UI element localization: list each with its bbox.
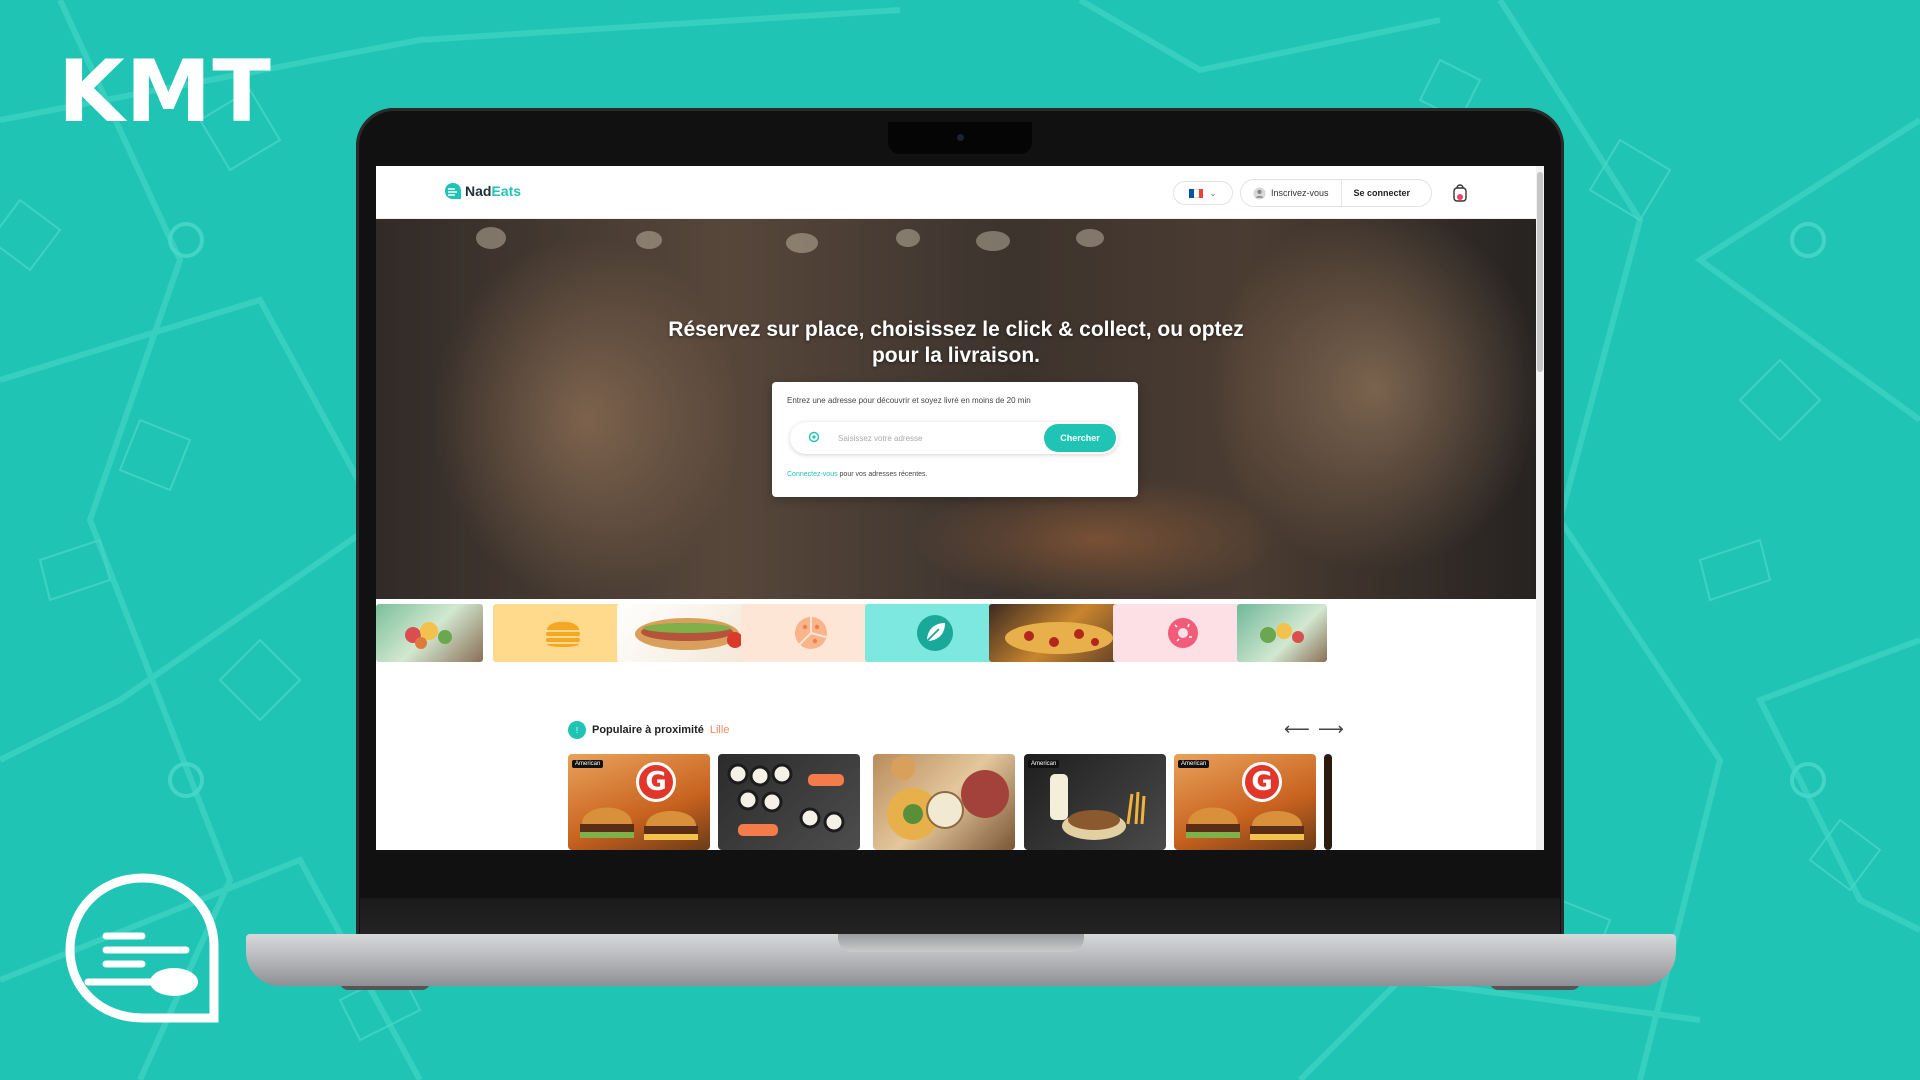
bag-icon[interactable] bbox=[1452, 180, 1468, 204]
donut-icon bbox=[1168, 618, 1198, 648]
login-button[interactable]: Se connecter bbox=[1342, 188, 1423, 198]
browser-screen: NadEats ⌄ Inscrivez-vous Se connecter Ré… bbox=[376, 166, 1544, 850]
auth-group: Inscrivez-vous Se connecter bbox=[1240, 179, 1432, 207]
cuisine-tag: American bbox=[1028, 760, 1060, 768]
location-pin-icon[interactable] bbox=[808, 431, 820, 443]
arrow-left-icon[interactable]: ⟵ bbox=[1284, 720, 1310, 738]
sandwich-icon bbox=[635, 618, 743, 650]
arrow-right-icon[interactable]: ⟶ bbox=[1318, 720, 1344, 738]
category-tile-dessert[interactable] bbox=[1113, 604, 1253, 662]
laptop-chin bbox=[360, 898, 1560, 936]
category-carousel bbox=[376, 604, 1536, 664]
restaurant-card[interactable]: American G bbox=[1174, 754, 1316, 850]
restaurant-card[interactable]: American G bbox=[568, 754, 710, 850]
site-header: NadEats ⌄ Inscrivez-vous Se connecter bbox=[376, 166, 1544, 219]
restaurant-card[interactable] bbox=[873, 754, 1015, 850]
camera-icon bbox=[957, 134, 964, 141]
signup-label: Inscrivez-vous bbox=[1271, 188, 1329, 198]
kmt-brand-title: KMT bbox=[58, 42, 272, 142]
cuisine-tag: American bbox=[1178, 760, 1210, 768]
poke-photo-icon bbox=[887, 756, 1009, 840]
vegetables-icon bbox=[404, 622, 452, 649]
chevron-down-icon: ⌄ bbox=[1209, 187, 1217, 198]
address-search-bar: Chercher bbox=[790, 422, 1118, 454]
popular-city[interactable]: Lille bbox=[710, 724, 730, 736]
login-link[interactable]: Connectez-vous bbox=[787, 471, 838, 478]
restaurant-logo: G bbox=[1242, 762, 1282, 802]
vegetables-icon bbox=[1260, 623, 1304, 643]
category-tile-vegan[interactable] bbox=[865, 604, 1005, 662]
popular-badge: ! bbox=[568, 721, 586, 739]
category-tile-vegetables[interactable] bbox=[376, 604, 483, 662]
pizza-icon bbox=[795, 617, 827, 649]
hero-banner: Réservez sur place, choisissez le click … bbox=[376, 219, 1536, 599]
page-scrollbar[interactable] bbox=[1536, 166, 1544, 850]
hero-title: Réservez sur place, choisissez le click … bbox=[668, 318, 1244, 367]
pizza-photo-icon bbox=[1005, 622, 1113, 654]
site-logo[interactable]: NadEats bbox=[444, 182, 521, 200]
laptop-base-groove bbox=[838, 934, 1084, 952]
restaurant-card[interactable] bbox=[718, 754, 860, 850]
site-logo-text: NadEats bbox=[465, 183, 522, 199]
address-input[interactable] bbox=[838, 429, 1038, 447]
search-button[interactable]: Chercher bbox=[1044, 424, 1116, 452]
user-icon bbox=[1253, 186, 1266, 200]
restaurant-logo: G bbox=[636, 762, 676, 802]
category-tile-pizza[interactable] bbox=[741, 604, 881, 662]
burger-photo-icon bbox=[1186, 807, 1304, 840]
language-select[interactable]: ⌄ bbox=[1173, 181, 1233, 205]
popular-restaurants: American G American American G bbox=[568, 754, 1528, 850]
burger-photo-icon bbox=[580, 807, 698, 840]
restaurant-card-partial[interactable] bbox=[1324, 754, 1332, 850]
category-tile-sandwich[interactable] bbox=[617, 604, 757, 662]
leaf-icon bbox=[917, 615, 953, 651]
category-tile-burger[interactable] bbox=[493, 604, 633, 662]
cuisine-tag: American bbox=[572, 760, 604, 768]
search-hint: Entrez une adresse pour découvrir et soy… bbox=[787, 396, 1031, 405]
address-search-card: Entrez une adresse pour découvrir et soy… bbox=[772, 382, 1138, 497]
category-tile-pizza-photo[interactable] bbox=[989, 604, 1129, 662]
nadeats-logo-icon bbox=[445, 183, 461, 199]
login-hint-suffix: pour vos adresses récentes. bbox=[837, 471, 928, 478]
popular-title: Populaire à proximité bbox=[592, 724, 704, 736]
fork-spoon-icon bbox=[65, 873, 219, 1023]
login-hint: Connectez-vous pour vos adresses récente… bbox=[787, 471, 927, 478]
category-tile-vegetables-2[interactable] bbox=[1237, 604, 1327, 662]
tacos-photo-icon bbox=[1050, 774, 1146, 840]
burger-icon bbox=[546, 621, 580, 647]
popular-section-header: ! Populaire à proximité Lille bbox=[568, 721, 729, 739]
scrollbar-thumb[interactable] bbox=[1537, 172, 1543, 372]
signup-button[interactable]: Inscrivez-vous bbox=[1241, 180, 1342, 206]
sushi-photo-icon bbox=[727, 763, 845, 836]
restaurant-card[interactable]: American bbox=[1024, 754, 1166, 850]
french-flag-icon bbox=[1189, 188, 1204, 198]
